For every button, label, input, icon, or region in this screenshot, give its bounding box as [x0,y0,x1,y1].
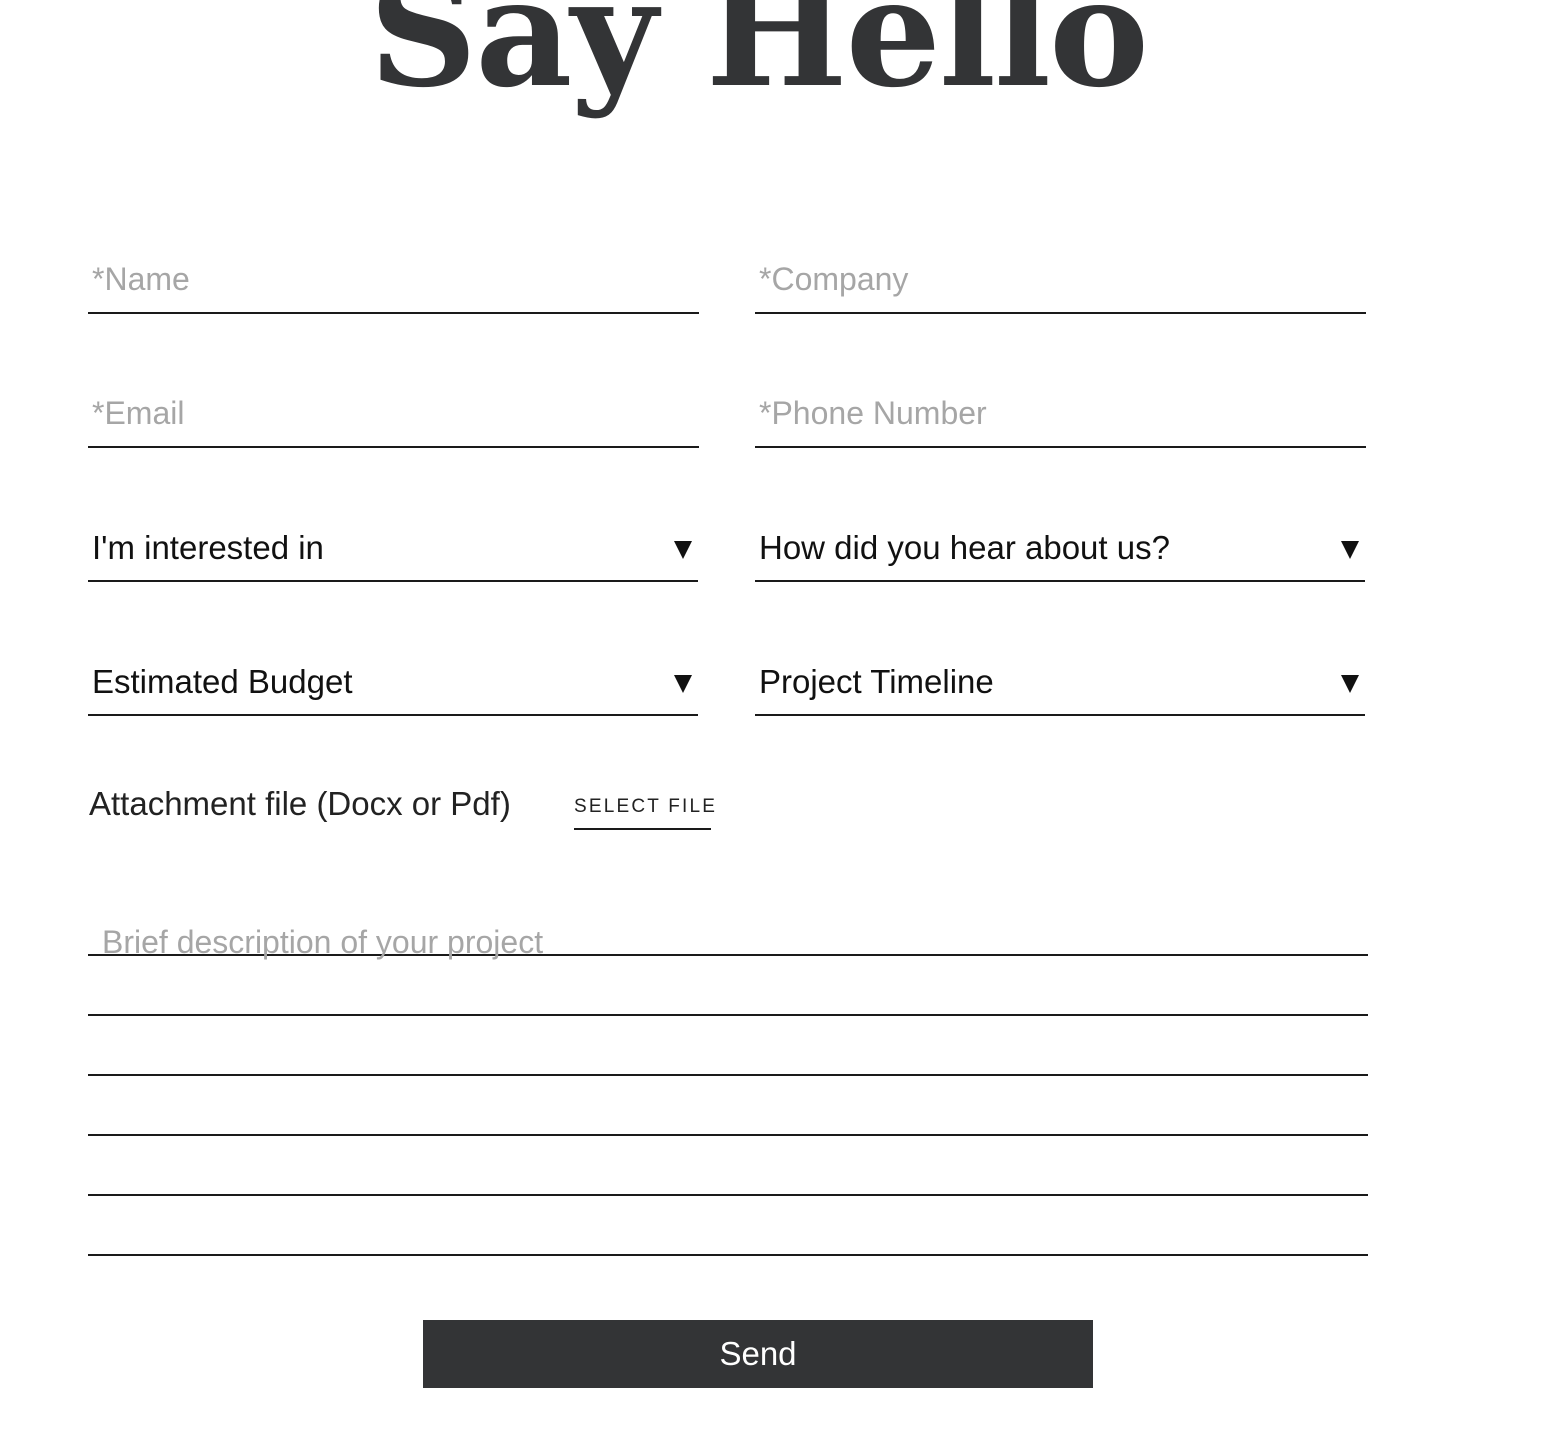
email-input[interactable] [92,395,693,432]
phone-field-container [755,394,1366,448]
caret-down-icon [1341,675,1359,693]
interest-select[interactable]: I'm interested in [88,528,698,582]
phone-input[interactable] [759,395,1360,432]
description-field-container [88,900,1368,1256]
caret-down-icon [674,541,692,559]
budget-select[interactable]: Estimated Budget [88,662,698,716]
company-field-container [755,260,1366,314]
timeline-select-value: Project Timeline [759,663,994,700]
caret-down-icon [1341,541,1359,559]
timeline-select[interactable]: Project Timeline [755,662,1365,716]
interest-select-value: I'm interested in [92,529,324,566]
name-input[interactable] [92,261,693,298]
budget-select-value: Estimated Budget [92,663,353,700]
select-file-button[interactable]: SELECT FILE [574,794,715,830]
description-textarea[interactable] [102,912,1354,1252]
caret-down-icon [674,675,692,693]
source-select[interactable]: How did you hear about us? [755,528,1365,582]
description-rule [88,1254,1368,1256]
email-field-container [88,394,699,448]
name-field-container [88,260,699,314]
source-select-value: How did you hear about us? [759,529,1170,566]
company-input[interactable] [759,261,1360,298]
page-title: Say Hello [368,0,1149,121]
attachment-label: Attachment file (Docx or Pdf) [89,785,511,822]
send-button[interactable]: Send [423,1320,1093,1388]
